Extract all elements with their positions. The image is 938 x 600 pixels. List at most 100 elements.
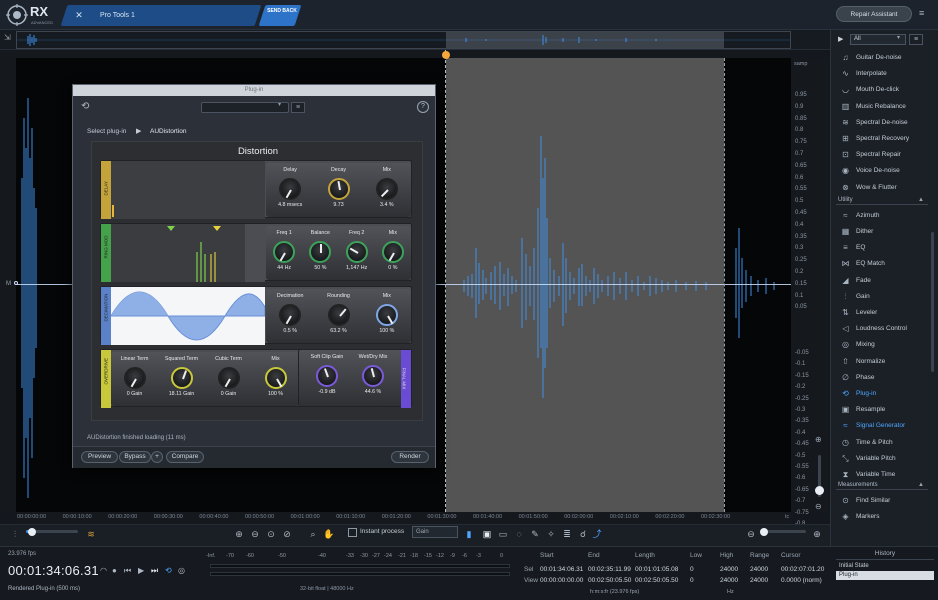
hand-icon[interactable]: ✋ bbox=[322, 527, 336, 541]
knob-mix[interactable]: Mix 0 % bbox=[375, 230, 411, 271]
selection-start-line[interactable] bbox=[445, 50, 446, 512]
help-icon[interactable]: ? bbox=[417, 101, 429, 113]
knob-dial[interactable] bbox=[273, 241, 296, 263]
preview-button[interactable]: Preview bbox=[81, 451, 118, 463]
knob-dial[interactable] bbox=[362, 365, 384, 387]
knob-mix[interactable]: Mix 100 % bbox=[369, 293, 405, 334]
render-button[interactable]: Render bbox=[391, 451, 429, 463]
module-item-markers[interactable]: ◈ Markers bbox=[836, 509, 928, 524]
preset-menu-icon[interactable]: ≡ bbox=[291, 102, 305, 113]
knob-dial[interactable] bbox=[264, 367, 287, 389]
knob-decay[interactable]: Decay 9.73 bbox=[321, 167, 357, 208]
play-icon[interactable]: ▶ bbox=[838, 35, 843, 43]
module-side-label[interactable]: RING MOD bbox=[101, 224, 111, 282]
module-item-time-pitch[interactable]: ◷ Time & Pitch bbox=[836, 435, 928, 450]
close-icon[interactable]: ✕ bbox=[73, 9, 85, 21]
module-item-eq-match[interactable]: ⋈ EQ Match bbox=[836, 256, 928, 271]
channel-handle[interactable] bbox=[14, 281, 18, 285]
instant-process-select[interactable]: Gain bbox=[412, 526, 458, 538]
zoom-selection-icon[interactable]: ⊙ bbox=[264, 527, 278, 541]
module-item-find-similar[interactable]: ⊙ Find Similar bbox=[836, 493, 928, 508]
sel-row-high[interactable]: 24000 bbox=[720, 566, 738, 573]
module-item-mouth-de-click[interactable]: ◡ Mouth De-click bbox=[836, 82, 928, 97]
module-item-gain[interactable]: ⫶ Gain bbox=[836, 289, 928, 304]
chevron-up-icon[interactable]: ▲ bbox=[918, 480, 924, 490]
headphones-icon[interactable]: ◠ bbox=[100, 566, 107, 575]
view-row-low[interactable]: 0 bbox=[690, 577, 694, 584]
knob-freq-2[interactable]: Freq 2 1,147 Hz bbox=[339, 230, 375, 271]
module-item-interpolate[interactable]: ∿ Interpolate bbox=[836, 66, 928, 81]
knob-dial[interactable] bbox=[279, 304, 302, 326]
knob-squared-term[interactable]: Squared Term 18.11 Gain bbox=[164, 356, 200, 397]
horizontal-zoom-knob[interactable] bbox=[760, 528, 768, 536]
menu-icon[interactable]: ≡ bbox=[919, 8, 924, 18]
chevron-down-icon[interactable]: ▾ bbox=[278, 101, 281, 108]
zoom-in-horizontal-icon[interactable]: ⊕ bbox=[810, 527, 824, 541]
bypass-button[interactable]: Bypass bbox=[119, 451, 151, 463]
vertical-zoom-knob[interactable] bbox=[815, 486, 824, 495]
zoom-in-icon[interactable]: ⊕ bbox=[815, 435, 822, 444]
view-row-length[interactable]: 00:02:50:05.50 bbox=[635, 577, 678, 584]
freq-selection-icon[interactable]: ▭ bbox=[496, 527, 510, 541]
collapse-icon[interactable]: ⇲ bbox=[4, 33, 11, 42]
module-side-label[interactable]: OVERDRIVE bbox=[101, 350, 111, 408]
knob-dial[interactable] bbox=[381, 241, 404, 263]
play-icon[interactable]: ▶ bbox=[138, 566, 144, 575]
knob-dial[interactable] bbox=[345, 241, 368, 263]
module-display[interactable] bbox=[111, 161, 265, 219]
waveform-slider-knob[interactable] bbox=[28, 528, 36, 536]
knob-dial[interactable] bbox=[327, 178, 350, 200]
magic-wand-icon[interactable]: ✧ bbox=[544, 527, 558, 541]
sel-row-length[interactable]: 00:01:01:05.08 bbox=[635, 566, 678, 573]
compare-button[interactable]: Compare bbox=[166, 451, 204, 463]
zoom-out-icon[interactable]: ⊖ bbox=[248, 527, 262, 541]
module-menu-icon[interactable]: ≡ bbox=[909, 34, 923, 45]
module-side-label[interactable]: DELAY bbox=[101, 161, 111, 219]
play-selection-icon[interactable]: ⏭ bbox=[151, 566, 158, 576]
knob-dial[interactable] bbox=[217, 367, 240, 389]
knob-mix[interactable]: Mix 100 % bbox=[258, 356, 294, 397]
knob-linear-term[interactable]: Linear Term 0 Gain bbox=[117, 356, 153, 397]
measurements-section-header[interactable]: Measurements ▲ bbox=[836, 480, 928, 491]
sel-row-end[interactable]: 00:02:35:11.99 bbox=[588, 566, 631, 573]
knob-dial[interactable] bbox=[123, 367, 146, 389]
knob-wet-dry-mix[interactable]: Wet/Dry Mix 44.6 % bbox=[351, 354, 395, 395]
knob-dial[interactable] bbox=[309, 241, 332, 263]
skip-back-icon[interactable]: ⏮ bbox=[124, 566, 131, 576]
sel-row-low[interactable]: 0 bbox=[690, 566, 694, 573]
view-row-cursor[interactable]: 0.0000 (norm) bbox=[781, 577, 822, 584]
module-item-wow-flutter[interactable]: ⊗ Wow & Flutter bbox=[836, 180, 928, 195]
module-item-spectral-de-noise[interactable]: ≋ Spectral De-noise bbox=[836, 115, 928, 130]
module-item-phase[interactable]: ∅ Phase bbox=[836, 370, 928, 385]
knob-dial[interactable] bbox=[375, 304, 398, 326]
timecode-display[interactable]: 00:01:34:06.31 bbox=[8, 563, 99, 578]
draw-curve-icon[interactable]: ⤴ bbox=[590, 527, 604, 541]
module-list-scrollbar[interactable] bbox=[931, 232, 934, 372]
module-side-label[interactable]: FINAL MIX bbox=[401, 350, 411, 408]
document-tab[interactable] bbox=[60, 5, 262, 26]
zoom-in-icon[interactable]: ⊕ bbox=[232, 527, 246, 541]
plugin-name[interactable]: AUDistortion bbox=[150, 128, 186, 135]
module-item-resample[interactable]: ▣ Resample bbox=[836, 402, 928, 417]
bypass-plus-button[interactable]: + bbox=[151, 451, 163, 463]
view-row-end[interactable]: 00:02:50:05.50 bbox=[588, 577, 631, 584]
knob-delay[interactable]: Delay 4.8 msecs bbox=[272, 167, 308, 208]
module-item-fade[interactable]: ◢ Fade bbox=[836, 273, 928, 288]
plugin-window[interactable]: Plug-in ⟲ ▾ ≡ ? Select plug-in ▶ AUDisto… bbox=[72, 84, 436, 468]
module-item-signal-generator[interactable]: ≈ Signal Generator bbox=[836, 418, 928, 433]
module-display[interactable] bbox=[111, 224, 265, 282]
module-item-azimuth[interactable]: ≈ Azimuth bbox=[836, 208, 928, 223]
module-item-variable-pitch[interactable]: ⤡ Variable Pitch bbox=[836, 451, 928, 466]
magnify-icon[interactable]: ⌕ bbox=[306, 527, 320, 541]
module-item-guitar-de-noise[interactable]: ♫ Guitar De-noise bbox=[836, 50, 928, 65]
module-item-normalize[interactable]: ⇧ Normalize bbox=[836, 354, 928, 369]
knob-soft-clip-gain[interactable]: Soft Clip Gain -0.9 dB bbox=[305, 354, 349, 395]
module-item-loudness-control[interactable]: ◁ Loudness Control bbox=[836, 321, 928, 336]
selection-end-line[interactable] bbox=[724, 58, 725, 512]
find-icon[interactable]: ☌ bbox=[576, 527, 590, 541]
knob-cubic-term[interactable]: Cubic Term 0 Gain bbox=[211, 356, 247, 397]
history-item[interactable]: Initial State bbox=[836, 562, 934, 571]
loop-icon[interactable]: ⟲ bbox=[165, 566, 172, 575]
frame-rate[interactable]: 23.976 fps bbox=[8, 551, 36, 557]
brush-icon[interactable]: ✎ bbox=[528, 527, 542, 541]
